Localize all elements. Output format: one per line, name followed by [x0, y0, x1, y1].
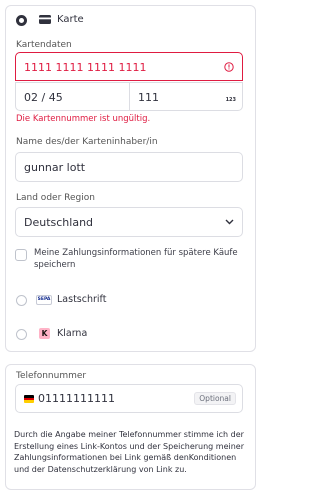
sepa-logo: SEPA: [36, 295, 52, 305]
link-disclaimer: Durch die Angabe meiner Telefonnummer st…: [14, 430, 245, 474]
expiry-value: 02 / 45: [24, 91, 63, 104]
error-icon: [224, 62, 234, 72]
cvc-icon: 123: [225, 97, 236, 103]
klarna-radio[interactable]: [16, 329, 27, 340]
card-icon: [39, 15, 51, 24]
holder-input[interactable]: gunnar lott: [15, 152, 243, 182]
optional-badge: Optional: [194, 392, 236, 405]
card-data-label: Kartendaten: [16, 40, 72, 50]
holder-label: Name des/der Karteninhaber/in: [16, 137, 158, 147]
save-info-checkbox[interactable]: [15, 249, 27, 261]
expiry-input[interactable]: 02 / 45: [15, 82, 130, 111]
card-option-label: Karte: [57, 14, 84, 25]
phone-input[interactable]: 01111111111 Optional: [15, 384, 243, 413]
chevron-down-icon: [225, 219, 234, 225]
cvc-value: 111: [138, 91, 159, 104]
save-info-label: Meine Zahlungsinformationen für spätere …: [34, 248, 238, 270]
germany-flag-icon: [24, 395, 34, 403]
card-number-input[interactable]: 1111 1111 1111 1111: [15, 52, 243, 81]
holder-value: gunnar lott: [24, 161, 86, 174]
card-error-message: Die Kartennummer ist ungültig.: [16, 114, 151, 124]
card-radio[interactable]: [16, 15, 27, 26]
klarna-logo: K: [39, 328, 50, 339]
phone-panel: Telefonnummer 01111111111 Optional Durch…: [5, 364, 256, 490]
klarna-label[interactable]: Klarna: [57, 328, 87, 339]
lastschrift-radio[interactable]: [16, 295, 27, 306]
card-number-value: 1111 1111 1111 1111: [24, 61, 147, 74]
lastschrift-label[interactable]: Lastschrift: [57, 294, 106, 305]
payment-method-panel: Karte Kartendaten 1111 1111 1111 1111 02…: [5, 5, 256, 352]
country-select[interactable]: Deutschland: [15, 207, 243, 237]
phone-label: Telefonnummer: [16, 371, 87, 381]
phone-value: 01111111111: [38, 392, 115, 405]
country-label: Land oder Region: [16, 193, 95, 203]
country-value: Deutschland: [24, 216, 94, 229]
cvc-input[interactable]: 111 123: [129, 82, 243, 111]
